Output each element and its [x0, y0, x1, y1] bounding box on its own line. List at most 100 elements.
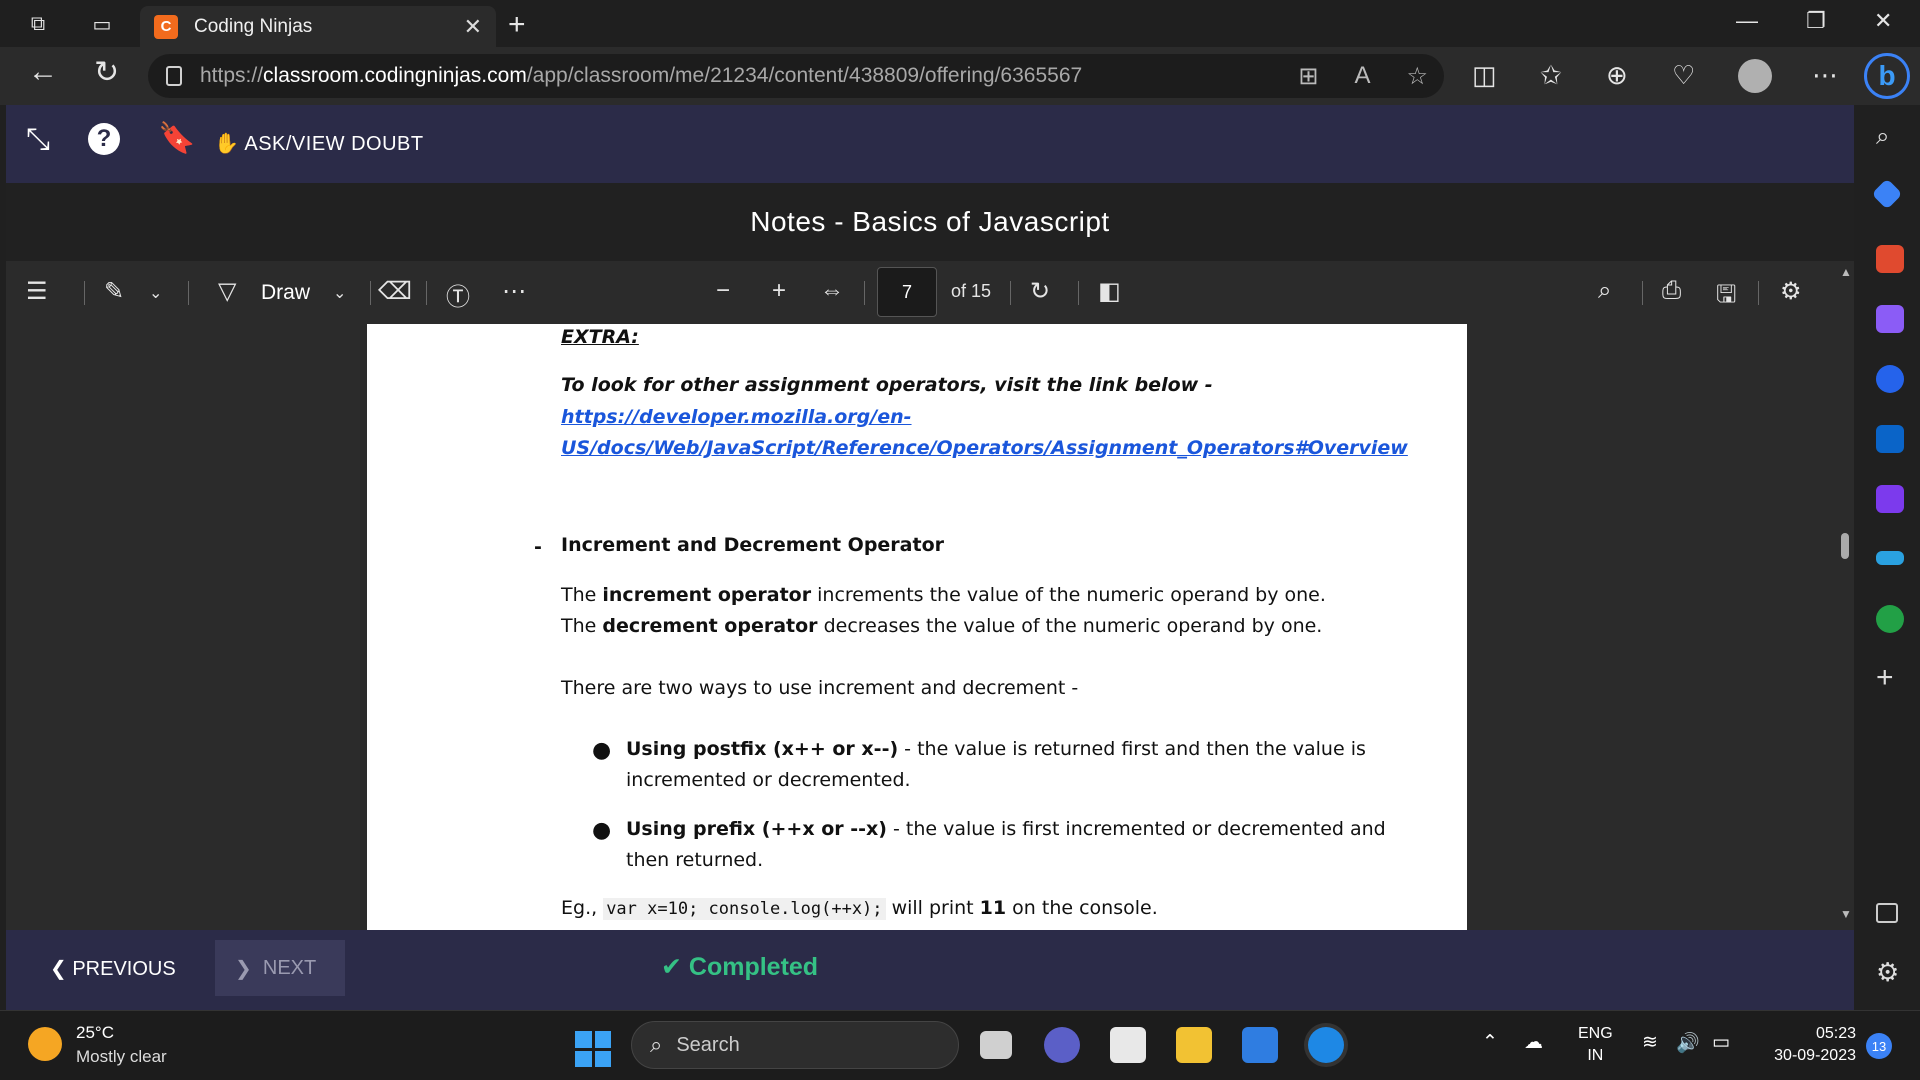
read-aloud-icon[interactable]: A [1354, 62, 1370, 91]
url-field[interactable]: https://classroom.codingninjas.com/app/c… [148, 54, 1444, 98]
classroom-toolbar: ⤡ ? 🔖 ✋ ASK/VIEW DOUBT [6, 105, 1854, 183]
highlight-icon[interactable]: ✎ [104, 277, 124, 306]
tray-overflow-icon[interactable]: ⌃ [1482, 1031, 1498, 1054]
designer-icon[interactable] [1876, 485, 1904, 513]
search-icon: ⌕ [650, 1032, 663, 1057]
page-total-label: of 15 [951, 281, 992, 301]
save-icon[interactable]: 🖫 [1716, 277, 1736, 318]
teams-chat-icon[interactable] [1044, 1027, 1080, 1063]
eraser-icon[interactable]: ⌫ [378, 277, 412, 306]
shopping-tag-icon[interactable] [1871, 178, 1903, 210]
favorites-icon[interactable]: ✩ [1540, 60, 1562, 91]
windows-start-icon[interactable] [575, 1031, 611, 1067]
scroll-thumb[interactable] [1841, 533, 1849, 559]
rotate-icon[interactable]: ↻ [1030, 277, 1050, 306]
next-button[interactable]: ❯ NEXT [215, 940, 345, 996]
pdf-page: EXTRA: To look for other assignment oper… [367, 324, 1467, 930]
bookmark-add-icon[interactable]: 🔖 [158, 121, 195, 156]
add-sidebar-icon[interactable]: + [1876, 661, 1904, 694]
settings-icon[interactable]: ⚙ [1876, 957, 1904, 987]
weather-temp[interactable]: 25°C [76, 1023, 114, 1043]
taskbar-search[interactable]: ⌕ Search [631, 1021, 959, 1069]
pdf-settings-icon[interactable]: ⚙ [1780, 277, 1802, 306]
refresh-icon[interactable]: ↻ [94, 55, 119, 90]
more-menu-icon[interactable]: ⋯ [1812, 60, 1838, 91]
weather-moon-icon[interactable] [28, 1027, 62, 1061]
scroll-down-icon[interactable]: ▼ [1840, 907, 1852, 921]
mdn-link-line2[interactable]: US/docs/Web/JavaScript/Reference/Operato… [561, 437, 1408, 459]
mdn-link-line1[interactable]: https://developer.mozilla.org/en- [561, 406, 912, 428]
web-page: ⤡ ? 🔖 ✋ ASK/VIEW DOUBT Notes - Basics of… [6, 105, 1854, 1010]
tab-coding-ninjas[interactable]: C Coding Ninjas ✕ [140, 6, 496, 47]
clock[interactable]: 05:23 30-09-2023 [1760, 1023, 1856, 1067]
new-tab-icon[interactable]: + [508, 8, 526, 42]
sidebar-toggle-icon[interactable] [1876, 903, 1898, 923]
contents-list-icon[interactable]: ☰ [26, 277, 48, 306]
zoom-in-icon[interactable]: + [772, 277, 786, 305]
previous-button[interactable]: ❮ PREVIOUS [50, 956, 176, 981]
help-icon[interactable]: ? [88, 123, 120, 155]
todo-icon[interactable] [1242, 1027, 1278, 1063]
bing-copilot-icon[interactable]: b [1864, 53, 1910, 99]
scroll-up-icon[interactable]: ▲ [1840, 265, 1852, 279]
lesson-navigation-bar: ❮ PREVIOUS ❯ NEXT ✔ Completed [6, 930, 1854, 1010]
profile-avatar[interactable] [1738, 59, 1772, 93]
microsoft365-icon[interactable] [1876, 365, 1904, 393]
notification-badge[interactable]: 13 [1866, 1033, 1892, 1059]
language-indicator[interactable]: ENG IN [1578, 1023, 1613, 1067]
outlook-icon[interactable] [1876, 425, 1904, 453]
more-tools-icon[interactable]: ⋯ [502, 277, 526, 306]
weather-status[interactable]: Mostly clear [76, 1047, 167, 1067]
tools-icon[interactable] [1876, 245, 1904, 273]
zoom-out-icon[interactable]: − [716, 277, 730, 305]
search-icon[interactable]: ⌕ [1876, 123, 1904, 151]
page-view-icon[interactable]: ◧ [1098, 277, 1121, 306]
assignment-note: To look for other assignment operators, … [561, 374, 1213, 396]
find-icon[interactable]: ⌕ [1598, 277, 1611, 305]
minimize-icon[interactable]: — [1736, 8, 1758, 34]
draw-label[interactable]: Draw [261, 281, 310, 305]
page-number-input[interactable] [877, 267, 937, 317]
highlight-dropdown-icon[interactable]: ⌄ [149, 283, 162, 303]
restore-icon[interactable]: ❐ [1806, 8, 1826, 34]
section-heading: Increment and Decrement Operator [561, 534, 945, 556]
completed-label: Completed [688, 953, 819, 981]
tree-icon[interactable] [1876, 605, 1904, 633]
file-explorer-icon[interactable] [1176, 1027, 1212, 1063]
bullet-prefix: ● [592, 818, 612, 843]
print-icon[interactable]: ⎙ [1662, 277, 1681, 305]
favorite-star-icon[interactable]: ☆ [1406, 62, 1428, 91]
battery-icon[interactable]: ▭ [1712, 1031, 1730, 1054]
collections-icon[interactable]: ⊕ [1606, 60, 1628, 91]
workspaces-icon[interactable]: ⧉ [24, 10, 52, 38]
text-box-icon[interactable]: Ⓣ [446, 277, 470, 312]
onedrive-icon[interactable]: ☁ [1524, 1031, 1543, 1054]
bullet-postfix: ● [592, 738, 612, 763]
fit-width-icon[interactable]: ⇔ [820, 277, 844, 305]
ask-doubt-label: ASK/VIEW DOUBT [244, 133, 424, 155]
edge-sidebar: ⌕ + ⚙ [1856, 105, 1920, 1010]
draw-icon[interactable]: ▽ [218, 277, 236, 306]
close-tab-icon[interactable]: ✕ [464, 14, 482, 40]
draw-dropdown-icon[interactable]: ⌄ [333, 283, 346, 303]
back-icon[interactable]: ← [28, 55, 58, 89]
wifi-icon[interactable]: ≋ [1642, 1031, 1658, 1054]
pdf-viewer[interactable]: EXTRA: To look for other assignment oper… [6, 324, 1836, 930]
games-icon[interactable] [1876, 305, 1904, 333]
next-label: NEXT [262, 956, 317, 979]
pdf-scrollbar[interactable]: ▲ ▼ [1836, 261, 1854, 930]
tab-actions-icon[interactable]: ▭ [88, 10, 116, 38]
lock-icon [166, 66, 182, 86]
volume-icon[interactable]: 🔊 [1676, 1031, 1700, 1055]
edge-taskbar-icon[interactable] [1308, 1027, 1344, 1063]
split-screen-icon[interactable]: ◫ [1472, 60, 1497, 91]
task-view-icon[interactable] [980, 1031, 1012, 1059]
collapse-icon[interactable]: ⤡ [26, 123, 50, 157]
store-icon[interactable] [1110, 1027, 1146, 1063]
document-title: Notes - Basics of Javascript [750, 206, 1110, 237]
close-window-icon[interactable]: ✕ [1874, 8, 1892, 34]
browser-essentials-icon[interactable]: ♡ [1672, 60, 1695, 91]
app-available-icon[interactable]: ⊞ [1298, 62, 1318, 91]
telegram-icon[interactable] [1876, 551, 1904, 565]
ask-doubt-button[interactable]: ✋ ASK/VIEW DOUBT [214, 131, 424, 156]
